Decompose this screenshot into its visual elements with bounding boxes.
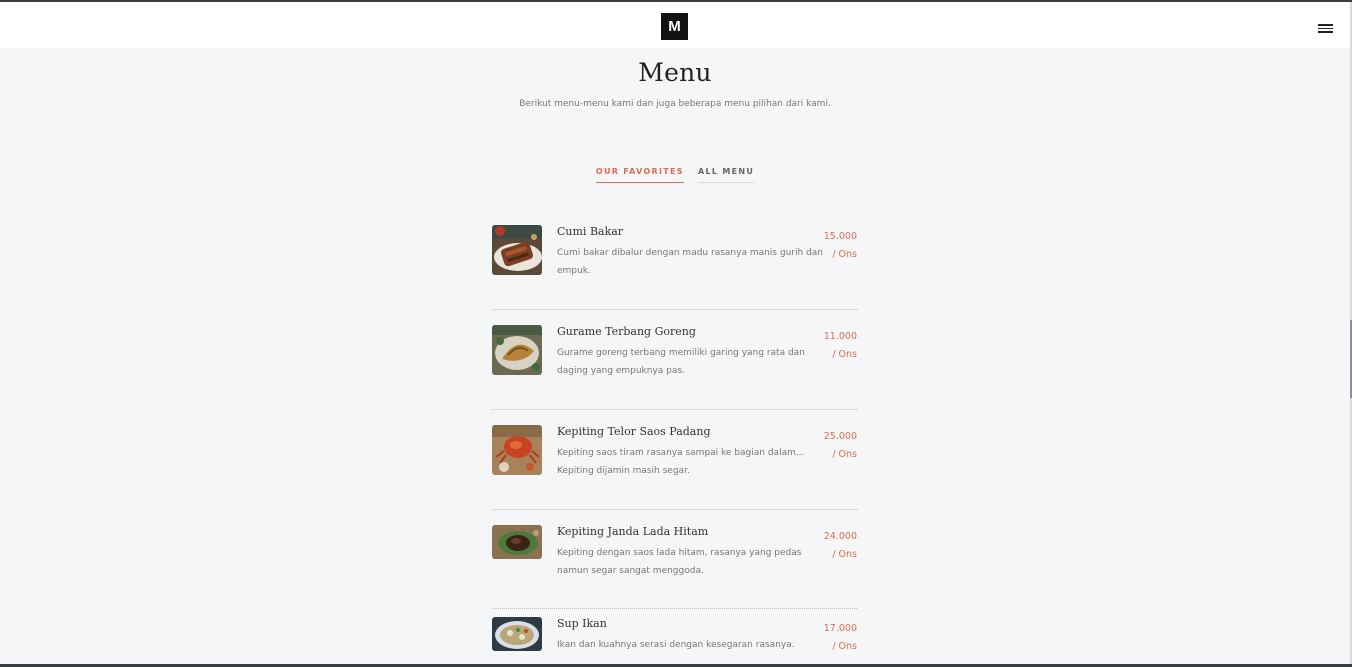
menu-list: Cumi Bakar Cumi bakar dibalur dengan mad…	[492, 224, 857, 664]
divider	[492, 309, 857, 310]
menu-item[interactable]: Kepiting Telor Saos Padang Kepiting saos…	[492, 424, 857, 524]
menu-item-price: 25.000 / Ons	[824, 428, 857, 464]
menu-item-description: Cumi bakar dibalur dengan madu rasanya m…	[557, 248, 823, 276]
price-unit: / Ons	[832, 641, 857, 652]
divider	[492, 409, 857, 410]
page-frame: M Menu Berikut menu-menu kami dan juga b…	[0, 0, 1352, 667]
hamburger-icon[interactable]	[1318, 24, 1335, 35]
price-value: 25.000	[823, 431, 857, 442]
menu-item[interactable]: Cumi Bakar Cumi bakar dibalur dengan mad…	[492, 224, 857, 324]
tab-all-menu[interactable]: ALL MENU	[697, 167, 755, 183]
divider	[492, 608, 857, 609]
menu-item-price: 24.000 / Ons	[824, 528, 857, 564]
menu-tabs: OUR FAVORITES ALL MENU	[0, 167, 1350, 183]
price-unit: / Ons	[832, 449, 857, 460]
menu-item-name: Kepiting Telor Saos Padang	[557, 425, 711, 438]
menu-item[interactable]: Gurame Terbang Goreng Gurame goreng terb…	[492, 324, 857, 424]
page-subtitle: Berikut menu-menu kami dan juga beberapa…	[519, 99, 831, 109]
fried-fish-photo[interactable]	[492, 325, 542, 375]
divider	[492, 509, 857, 510]
black-pepper-crab-photo[interactable]	[492, 525, 542, 559]
menu-item-name: Sup Ikan	[557, 617, 607, 630]
menu-item-description: Kepiting dengan saos lada hitam, rasanya…	[557, 548, 802, 576]
menu-item-name: Gurame Terbang Goreng	[557, 325, 696, 338]
top-navbar: M	[0, 2, 1350, 48]
grilled-squid-photo[interactable]	[492, 225, 542, 275]
menu-item-price: 15.000 / Ons	[824, 228, 857, 264]
price-value: 15.000	[823, 231, 857, 242]
tab-our-favorites[interactable]: OUR FAVORITES	[595, 167, 684, 183]
menu-item[interactable]: Sup Ikan Ikan dan kuahnya serasi dengan …	[492, 616, 857, 664]
menu-item-name: Cumi Bakar	[557, 225, 624, 238]
page-title: Menu	[638, 58, 712, 87]
menu-item-description: Gurame goreng terbang memiliki garing ya…	[557, 348, 805, 376]
price-value: 11.000	[823, 331, 857, 342]
site-logo[interactable]: M	[661, 13, 688, 40]
price-unit: / Ons	[832, 249, 857, 260]
price-unit: / Ons	[832, 349, 857, 360]
crab-padang-photo[interactable]	[492, 425, 542, 475]
menu-item-description: Kepiting saos tiram rasanya sampai ke ba…	[557, 448, 805, 476]
menu-item-name: Kepiting Janda Lada Hitam	[557, 525, 709, 538]
menu-item-price: 17.000 / Ons	[824, 620, 857, 656]
price-value: 17.000	[823, 623, 857, 634]
fish-soup-photo[interactable]	[492, 617, 542, 651]
price-value: 24.000	[823, 531, 857, 542]
menu-item-price: 11.000 / Ons	[824, 328, 857, 364]
menu-item-description: Ikan dan kuahnya serasi dengan kesegaran…	[557, 640, 795, 650]
price-unit: / Ons	[832, 549, 857, 560]
menu-item[interactable]: Kepiting Janda Lada Hitam Kepiting denga…	[492, 524, 857, 616]
